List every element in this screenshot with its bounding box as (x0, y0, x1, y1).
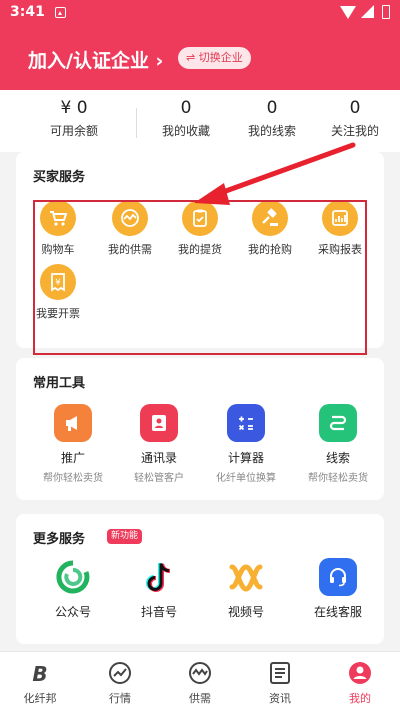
calculator-icon (227, 404, 265, 442)
tool-label: 通讯录 (140, 451, 177, 465)
stats-row: ¥ 0 可用余额 0 我的收藏 0 我的线索 0 关注我的 (0, 90, 400, 152)
stat-balance[interactable]: ¥ 0 可用余额 (34, 98, 114, 139)
switch-company-button[interactable]: ⇌ 切换企业 (178, 47, 251, 69)
stat-label: 可用余额 (49, 124, 98, 138)
tool-calculator[interactable]: 计算器 化纤单位换算 (201, 404, 291, 484)
tiktok-icon (140, 558, 178, 596)
status-time: 3:41 (10, 4, 45, 20)
header: 3:41 加入/认证企业 › ⇌ 切换企业 (0, 0, 400, 90)
service-online-support[interactable]: 在线客服 (293, 558, 383, 620)
tab-label: 资讯 (269, 692, 291, 705)
status-bar: 3:41 (0, 0, 400, 26)
service-label: 在线客服 (313, 605, 362, 619)
wechat-public-icon (54, 558, 92, 596)
contacts-icon (140, 404, 178, 442)
stat-leads[interactable]: 0 我的线索 (232, 98, 312, 139)
tool-subtitle: 化纤单位换算 (216, 473, 276, 484)
brand-icon: B (27, 660, 53, 686)
route-icon (319, 404, 357, 442)
stat-label: 关注我的 (330, 124, 379, 138)
tool-promote[interactable]: 推广 帮你轻松卖货 (28, 404, 118, 484)
market-icon (107, 660, 133, 686)
divider (136, 108, 137, 138)
svg-text:B: B (32, 662, 47, 686)
service-label: 公众号 (54, 605, 91, 619)
megaphone-icon (54, 404, 92, 442)
supply-icon (187, 660, 213, 686)
stat-favorites[interactable]: 0 我的收藏 (146, 98, 226, 139)
service-label: 视频号 (227, 605, 264, 619)
battery-icon (382, 5, 390, 19)
tool-label: 线索 (325, 451, 350, 465)
service-wechat-public[interactable]: 公众号 (28, 558, 118, 620)
tab-profile[interactable]: 我的 (330, 660, 390, 706)
tool-contacts[interactable]: 通讯录 轻松管客户 (114, 404, 204, 484)
tab-home[interactable]: B 化纤邦 (10, 660, 70, 706)
stat-followers[interactable]: 0 关注我的 (315, 98, 395, 139)
tools-card: 常用工具 推广 帮你轻松卖货 通讯录 轻松管客户 计算器 化纤单位换算 线索 帮… (16, 358, 384, 500)
join-company-link[interactable]: 加入/认证企业 › (28, 46, 163, 73)
tab-label: 行情 (109, 692, 131, 705)
profile-icon (347, 660, 373, 686)
tab-label: 化纤邦 (23, 692, 57, 705)
service-channels[interactable]: 视频号 (201, 558, 291, 620)
new-feature-badge: 新功能 (107, 529, 143, 544)
channels-icon (227, 558, 265, 596)
tab-supply[interactable]: 供需 (170, 660, 230, 706)
tool-label: 推广 (60, 451, 85, 465)
tab-news[interactable]: 资讯 (250, 660, 310, 706)
tab-label: 我的 (349, 692, 371, 705)
stat-label: 我的线索 (247, 124, 296, 138)
notification-icon (55, 7, 66, 18)
stat-value: 0 (349, 98, 361, 118)
tool-subtitle: 帮你轻松卖货 (43, 473, 103, 484)
more-services-title: 更多服务 (33, 532, 86, 547)
tab-label: 供需 (189, 692, 211, 705)
bottom-tab-bar: B 化纤邦 行情 供需 资讯 我的 (0, 651, 400, 711)
tab-market[interactable]: 行情 (90, 660, 150, 706)
tool-subtitle: 轻松管客户 (134, 473, 184, 484)
buyer-services-title: 买家服务 (33, 170, 86, 185)
highlight-box (33, 200, 367, 355)
tools-title: 常用工具 (33, 376, 86, 391)
signal-icon (361, 5, 374, 18)
tool-leads[interactable]: 线索 帮你轻松卖货 (293, 404, 383, 484)
headset-icon (319, 558, 357, 596)
stat-value: 0 (266, 98, 278, 118)
news-icon (267, 660, 293, 686)
stat-value: ¥ 0 (60, 98, 88, 118)
stat-label: 我的收藏 (161, 124, 210, 138)
wifi-icon (340, 6, 356, 19)
stat-value: 0 (180, 98, 192, 118)
tool-label: 计算器 (227, 451, 264, 465)
service-label: 抖音号 (140, 605, 177, 619)
more-services-card: 更多服务 新功能 公众号 抖音号 视频号 在线客服 (16, 514, 384, 644)
service-douyin[interactable]: 抖音号 (114, 558, 204, 620)
tool-subtitle: 帮你轻松卖货 (308, 473, 368, 484)
